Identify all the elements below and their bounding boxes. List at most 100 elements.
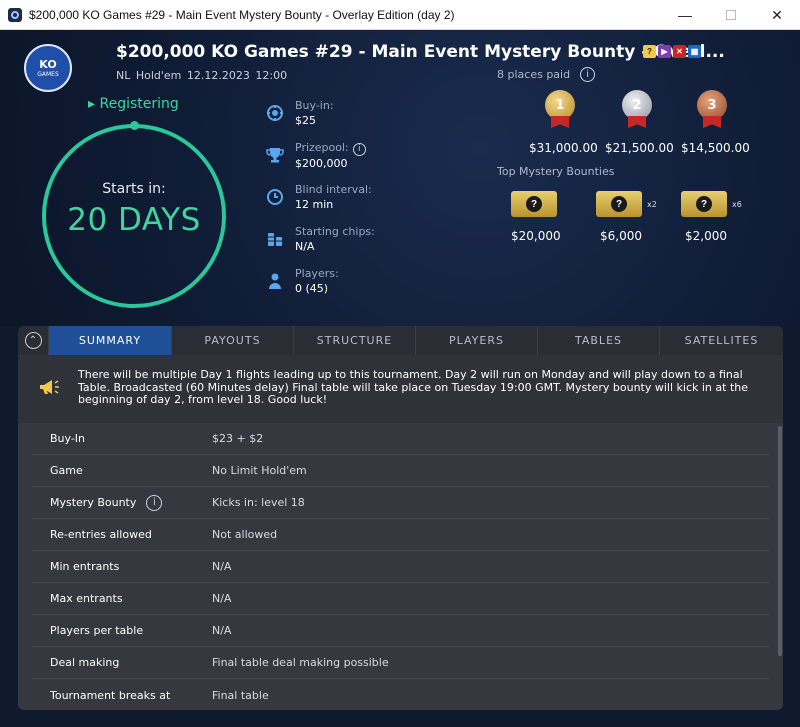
- tab-satellites[interactable]: SATELLITES: [659, 326, 783, 355]
- detail-buy-in: Buy-in: $25: [264, 98, 334, 129]
- row-key: Max entrants: [50, 592, 123, 605]
- table-row: Deal making Final table deal making poss…: [32, 647, 769, 679]
- table-row: Tournament breaks at Final table: [32, 679, 769, 710]
- game-type: NL Hold'em: [116, 69, 182, 82]
- countdown-ring-marker: [130, 121, 139, 130]
- gold-medal-icon: 1: [545, 90, 575, 132]
- detail-label: Blind interval:: [295, 183, 372, 196]
- chevron-up-icon: ⌃: [24, 332, 42, 349]
- notice-text: There will be multiple Day 1 flights lea…: [78, 368, 748, 406]
- detail-value: N/A: [295, 240, 315, 253]
- table-row: Players per table N/A: [32, 615, 769, 647]
- close-button[interactable]: ✕: [754, 0, 800, 30]
- first-place-prize: $31,000.00: [529, 141, 598, 155]
- window-controls: — ✕: [662, 0, 800, 30]
- detail-players: Players: 0 (45): [264, 266, 339, 297]
- tab-structure[interactable]: STRUCTURE: [293, 326, 415, 355]
- table-row: Max entrants N/A: [32, 583, 769, 615]
- prizepool-label: Prizepool:: [295, 141, 349, 154]
- tournament-notice: There will be multiple Day 1 flights lea…: [18, 355, 783, 423]
- bounty-amount: $2,000: [685, 229, 727, 243]
- bounty-amount: $20,000: [511, 229, 561, 243]
- mystery-badge-icon[interactable]: ?: [643, 45, 656, 58]
- mystery-ticket-icon: ?: [596, 191, 642, 217]
- row-key: Game: [50, 464, 83, 477]
- third-place-prize: $14,500.00: [681, 141, 750, 155]
- detail-value: $25: [295, 114, 316, 127]
- row-key: Tournament breaks at: [50, 688, 171, 702]
- row-value: $23 + $2: [212, 432, 264, 445]
- row-value: N/A: [212, 592, 232, 605]
- detail-starting-chips: Starting chips: N/A: [264, 224, 375, 255]
- table-row: Min entrants N/A: [32, 551, 769, 583]
- detail-label: Buy-in:: [295, 99, 334, 112]
- starts-in-label: Starts in:: [102, 181, 166, 197]
- bounty-multiplier: x6: [732, 200, 742, 209]
- medal-disc: 1: [545, 90, 575, 120]
- row-key: Re-entries allowed: [50, 528, 152, 541]
- app-icon: [8, 7, 22, 22]
- tab-payouts[interactable]: PAYOUTS: [171, 326, 293, 355]
- calendar-badge-icon[interactable]: ▦: [688, 45, 701, 58]
- row-value: Final table deal making possible: [212, 656, 389, 669]
- row-value: Final table: [212, 688, 269, 702]
- poker-chip-icon: [264, 102, 286, 124]
- medal-ribbon: [703, 116, 721, 128]
- mystery-bounty-label: Mystery Bounty: [50, 496, 137, 509]
- tab-players[interactable]: PLAYERS: [415, 326, 537, 355]
- row-value: Not allowed: [212, 528, 278, 541]
- places-paid-label: 8 places paid: [497, 68, 571, 81]
- table-row: Mystery Bounty i Kicks in: level 18: [32, 487, 769, 519]
- minimize-button[interactable]: —: [662, 0, 708, 30]
- video-badge-icon[interactable]: ▶: [658, 45, 671, 58]
- logo-ko-text: KO: [39, 58, 57, 71]
- knockout-badge-icon[interactable]: ✕: [673, 45, 686, 58]
- clock-icon: [264, 186, 286, 208]
- person-icon: [264, 270, 286, 292]
- table-row: Game No Limit Hold'em: [32, 455, 769, 487]
- detail-blind-interval: Blind interval: 12 min: [264, 182, 372, 213]
- detail-value: $200,000: [295, 157, 348, 170]
- detail-label: Players:: [295, 267, 339, 280]
- bounty-multiplier: x2: [647, 200, 657, 209]
- collapse-button[interactable]: ⌃: [18, 326, 48, 355]
- detail-label: Prizepool: i: [295, 140, 366, 156]
- mystery-ticket-icon: ?: [681, 191, 727, 217]
- start-time: 12:00: [255, 69, 288, 82]
- tab-summary[interactable]: SUMMARY: [48, 326, 171, 355]
- tournament-title: $200,000 KO Games #29 - Main Event Myste…: [116, 42, 725, 62]
- row-key: Buy-In: [50, 432, 86, 445]
- prizepool-info-icon[interactable]: i: [352, 143, 366, 156]
- megaphone-icon: [38, 378, 60, 396]
- window-title: $200,000 KO Games #29 - Main Event Myste…: [29, 7, 455, 22]
- places-paid-info-icon[interactable]: i: [580, 67, 596, 82]
- registration-status: ▸ Registering: [88, 96, 179, 112]
- row-value: N/A: [212, 624, 232, 637]
- tab-bar: ⌃ SUMMARY PAYOUTS STRUCTURE PLAYERS TABL…: [18, 326, 783, 355]
- tournament-subtitle: NL Hold'em 12.12.2023 12:00: [116, 69, 287, 82]
- row-key: Players per table: [50, 624, 144, 637]
- detail-label: Starting chips:: [295, 225, 375, 238]
- tournament-header: KO GAMES $200,000 KO Games #29 - Main Ev…: [0, 30, 800, 326]
- medal-disc: 3: [697, 90, 727, 120]
- places-paid: 8 places paid i: [497, 67, 596, 82]
- chip-stack-icon: [264, 228, 286, 250]
- maximize-button[interactable]: [708, 0, 754, 30]
- ko-games-logo: KO GAMES: [24, 44, 72, 92]
- tournament-badges: ? ▶ ✕ ▦: [643, 45, 701, 58]
- medal-disc: 2: [622, 90, 652, 120]
- row-key: Mystery Bounty i: [32, 494, 212, 511]
- summary-table: Buy-In $23 + $2 Game No Limit Hold'em My…: [32, 423, 769, 710]
- bronze-medal-icon: 3: [697, 90, 727, 132]
- tournament-details-panel: ⌃ SUMMARY PAYOUTS STRUCTURE PLAYERS TABL…: [18, 326, 783, 710]
- row-value: No Limit Hold'em: [212, 464, 307, 477]
- row-key: Min entrants: [50, 560, 120, 573]
- trophy-icon: [264, 144, 286, 166]
- bounty-amount: $6,000: [600, 229, 642, 243]
- detail-value: 12 min: [295, 198, 334, 211]
- scrollbar[interactable]: [778, 426, 782, 656]
- detail-prizepool: Prizepool: i $200,000: [264, 140, 366, 172]
- row-value: Kicks in: level 18: [212, 496, 305, 509]
- tab-tables[interactable]: TABLES: [537, 326, 659, 355]
- mystery-bounty-info-icon[interactable]: i: [146, 494, 163, 511]
